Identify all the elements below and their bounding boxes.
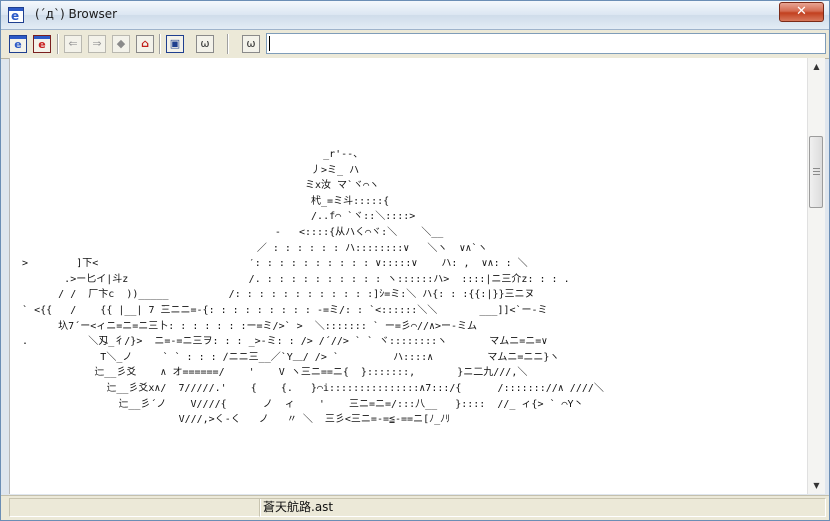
status-pane-left bbox=[9, 498, 261, 517]
toolbar-separator bbox=[57, 34, 59, 54]
forward-icon[interactable]: ⇒ bbox=[88, 35, 106, 53]
toolbar-separator bbox=[159, 34, 161, 54]
toolbar-separator bbox=[227, 34, 229, 54]
home-icon[interactable]: ⌂ bbox=[136, 35, 154, 53]
window-title: (´д`) Browser bbox=[35, 7, 118, 21]
browser-window: e (´д`) Browser ✕ e e ⇐ ⇒ ◆ ⌂ ▣ ω ω _r'-… bbox=[0, 0, 830, 521]
ascii-art: _r'--、 丿>ミ_ ハ ミx汝 マ`ヾ⌒ヽ 杙_=ミ斗:::::{/..f… bbox=[22, 149, 604, 426]
scroll-thumb[interactable] bbox=[809, 136, 823, 208]
app-icon: e bbox=[8, 7, 24, 23]
back-icon[interactable]: ⇐ bbox=[64, 35, 82, 53]
open-e-red-icon[interactable]: e bbox=[33, 35, 51, 53]
title-bar[interactable]: e (´д`) Browser ✕ bbox=[1, 1, 829, 30]
status-bar: 蒼天航路.ast bbox=[1, 495, 829, 520]
text-caret bbox=[269, 36, 270, 51]
address-input[interactable] bbox=[266, 33, 826, 54]
scroll-down-icon[interactable]: ▼ bbox=[808, 477, 825, 494]
scroll-up-icon[interactable]: ▲ bbox=[808, 58, 825, 75]
stop-icon[interactable]: ◆ bbox=[112, 35, 130, 53]
toolbar: e e ⇐ ⇒ ◆ ⌂ ▣ ω ω bbox=[1, 30, 829, 59]
open-e-icon[interactable]: e bbox=[9, 35, 27, 53]
face-icon[interactable]: ω bbox=[196, 35, 214, 53]
face-small-icon[interactable]: ω bbox=[242, 35, 260, 53]
content-area[interactable]: _r'--、 丿>ミ_ ハ ミx汝 マ`ヾ⌒ヽ 杙_=ミ斗:::::{/..f… bbox=[9, 58, 808, 494]
close-button[interactable]: ✕ bbox=[779, 2, 824, 22]
status-pane-file: 蒼天航路.ast bbox=[259, 498, 826, 517]
favorites-icon[interactable]: ▣ bbox=[166, 35, 184, 53]
status-file-name: 蒼天航路.ast bbox=[263, 500, 334, 514]
vertical-scrollbar[interactable]: ▲ ▼ bbox=[807, 58, 825, 494]
